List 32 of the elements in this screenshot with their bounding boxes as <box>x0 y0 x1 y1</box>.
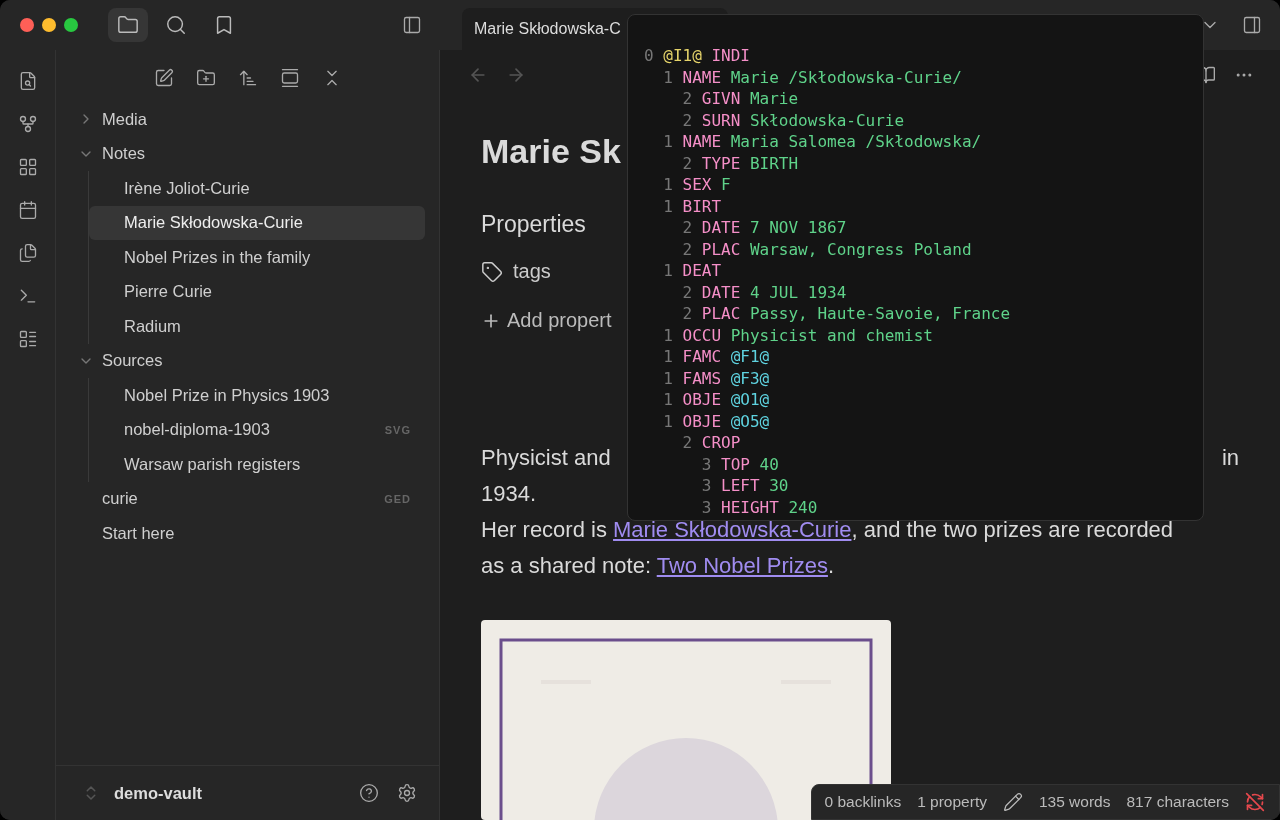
code-line: 1 BIRT <box>662 195 723 217</box>
note-title: Marie Sk <box>481 132 621 171</box>
code-line: 2 CROP <box>681 432 742 454</box>
file-type-label: SVG <box>384 423 411 436</box>
paragraph-text: in <box>1221 444 1239 472</box>
file-type-label: GED <box>384 492 411 505</box>
word-count: 135 words <box>1038 793 1111 811</box>
code-line: 2 DATE 7 NOV 1867 <box>681 217 848 239</box>
properties-heading: Properties <box>481 211 586 238</box>
code-line: 2 SURN Skłodowska-Curie <box>681 109 906 131</box>
code-line: 1 OCCU Physicist and chemist <box>662 324 934 346</box>
code-line: 2 GIVN Marie <box>681 88 800 110</box>
code-line: 2 TYPE BIRTH <box>681 152 800 174</box>
paragraph-text: 1934. <box>481 480 537 508</box>
character-count: 817 characters <box>1126 793 1229 811</box>
paragraph-text: Physicist and <box>481 444 611 472</box>
code-line: 2 DATE 4 JUL 1934 <box>681 281 848 303</box>
code-line: 1 OBJE @O5@ <box>662 410 771 432</box>
code-line: 3 HEIGHT 240 <box>700 496 819 518</box>
code-line: 1 SEX F <box>662 174 732 196</box>
code-line: 2 PLAC Passy, Haute-Savoie, France <box>681 303 1012 325</box>
code-line: 1 OBJE @O1@ <box>662 389 771 411</box>
code-line: 1 DEAT <box>662 260 723 282</box>
code-line: 3 LEFT 30 <box>700 475 790 497</box>
code-line: 2 PLAC Warsaw, Congress Poland <box>681 238 973 260</box>
code-line: 1 FAMS @F3@ <box>662 367 771 389</box>
code-line: 1 FAMC @F1@ <box>662 346 771 368</box>
code-line: 3 TOP 40 <box>700 453 780 475</box>
property-name: tags <box>513 260 551 283</box>
properties-count: 1 property <box>917 793 987 811</box>
code-line: 1 NAME Maria Salomea /Skłodowska/ <box>662 131 983 153</box>
code-line: 1 NAME Marie /Skłodowska-Curie/ <box>662 66 963 88</box>
